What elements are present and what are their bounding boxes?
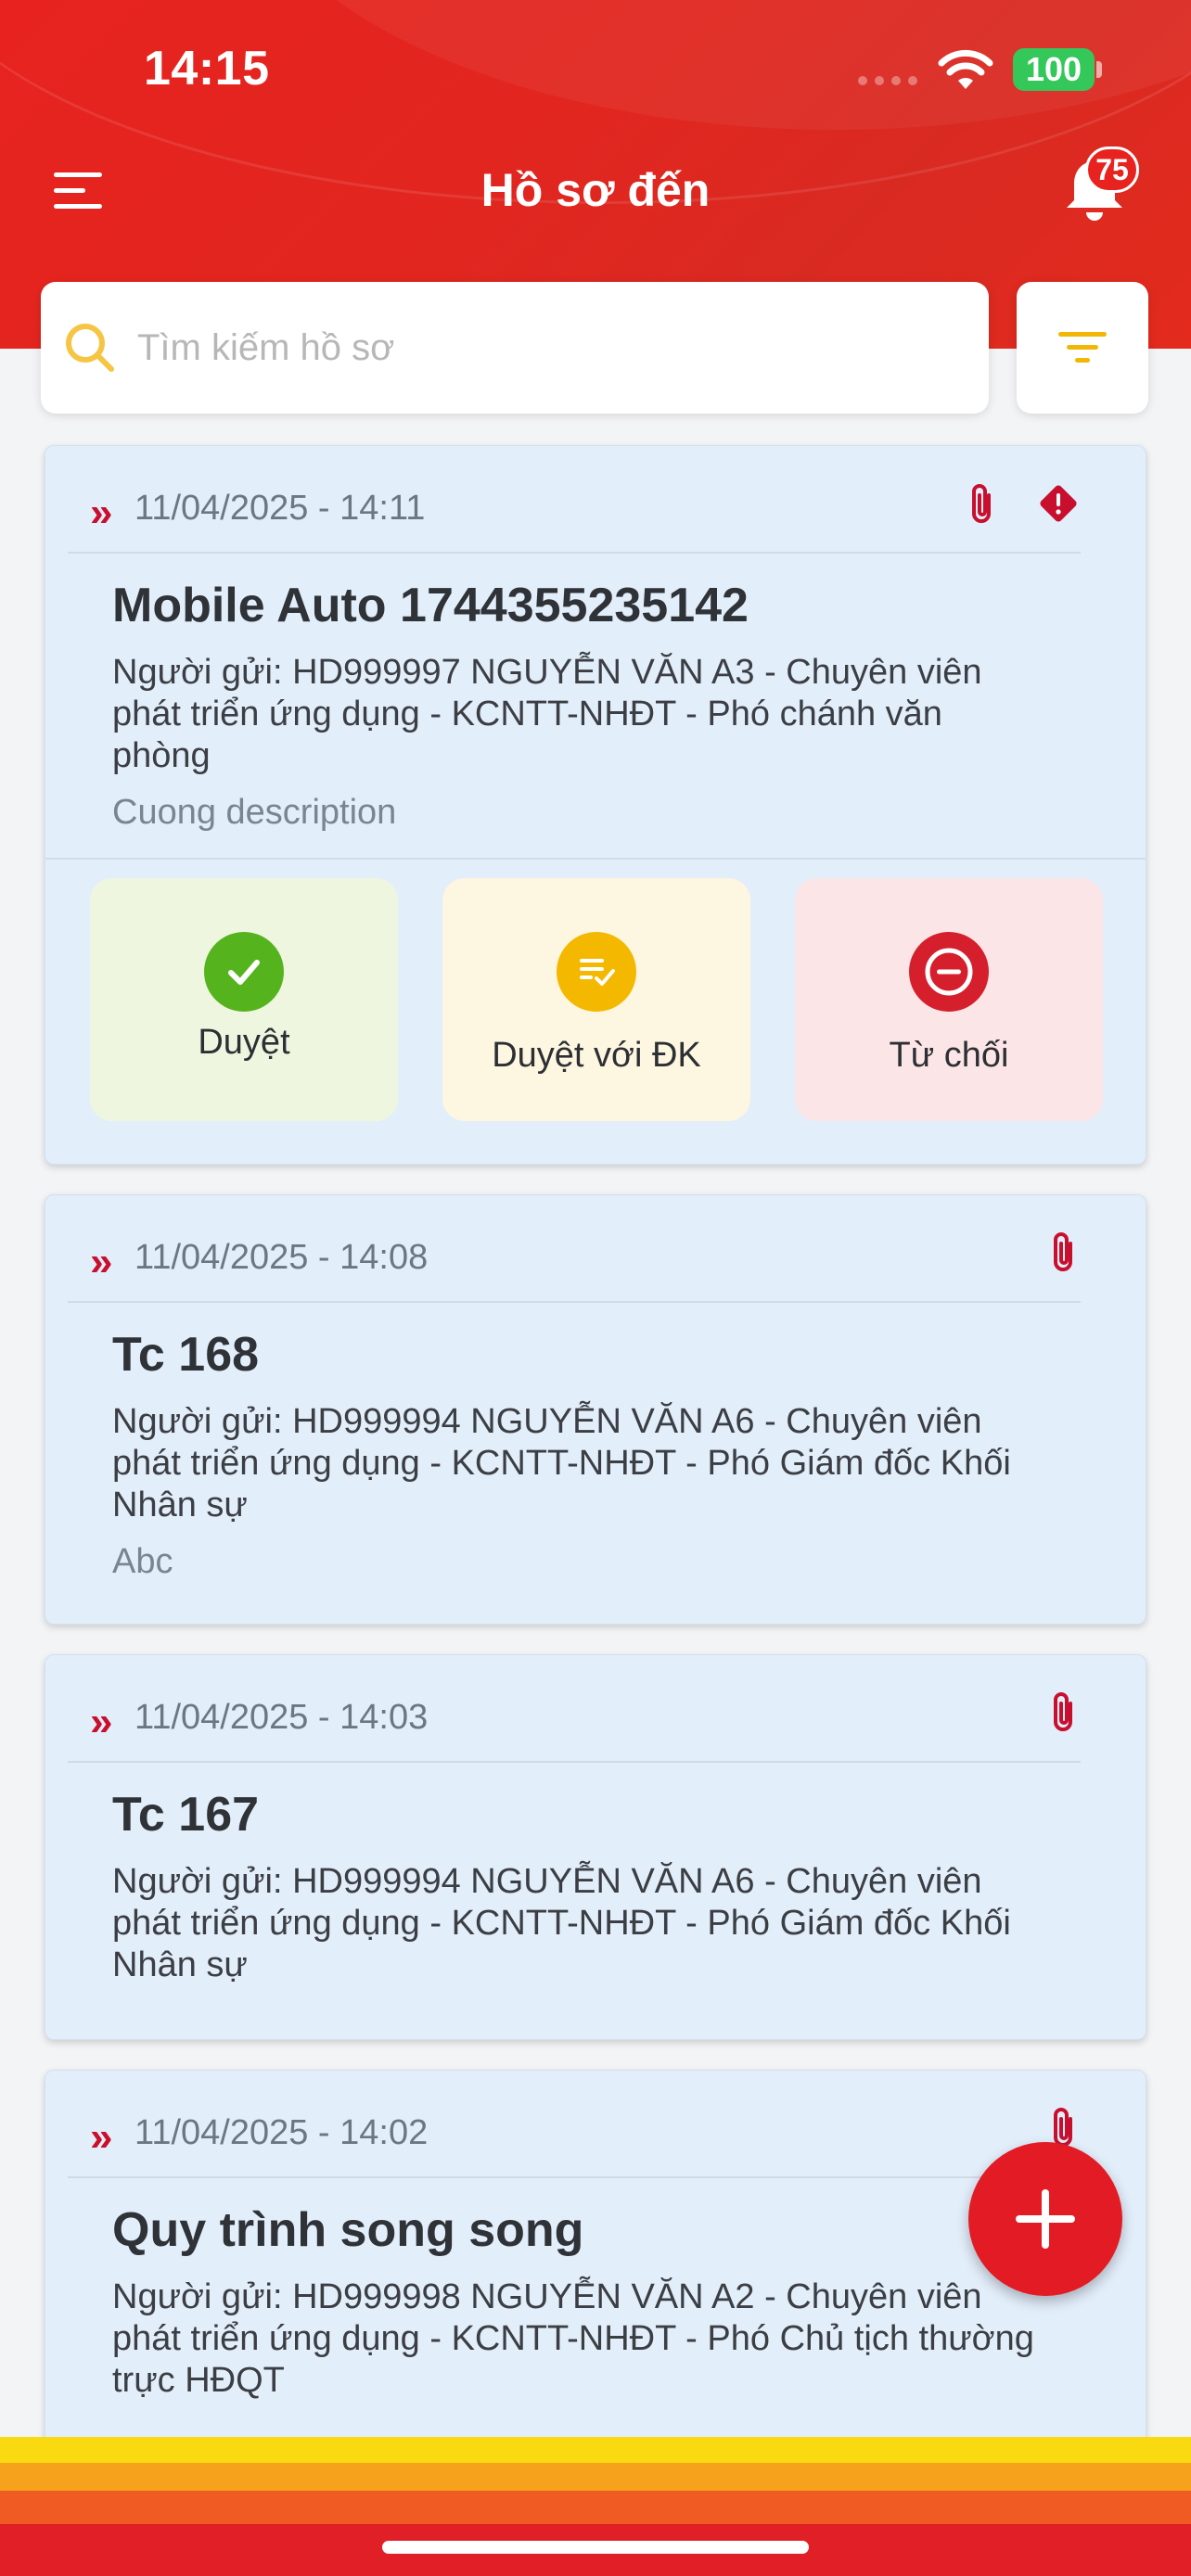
home-indicator[interactable] — [382, 2541, 809, 2554]
card-title: Tc 167 — [112, 1788, 260, 1842]
card-sender-line: Người gửi: HD999994 NGUYỄN VĂN A6 - Chuy… — [112, 1862, 982, 1901]
notification-badge: 75 — [1085, 147, 1139, 193]
card-sender-line: trực HĐQT — [112, 2361, 285, 2400]
add-document-button[interactable] — [968, 2142, 1122, 2296]
card-sender-line: Nhân sự — [112, 1945, 248, 1984]
card-sender-line: Người gửi: HD999998 NGUYỄN VĂN A2 - Chuy… — [112, 2277, 982, 2316]
paperclip-icon[interactable] — [1047, 1690, 1081, 1733]
approve-with-condition-button[interactable]: Duyệt với ĐK — [442, 878, 750, 1121]
status-time: 14:15 — [144, 42, 270, 96]
filter-button[interactable] — [1017, 282, 1148, 414]
paperclip-icon[interactable] — [966, 482, 999, 525]
cellular-signal-icon — [858, 76, 917, 85]
divider — [45, 858, 1146, 860]
approve-label: Duyệt — [198, 1023, 290, 1062]
document-card[interactable]: » 11/04/2025 - 14:03 Tc 167 Người gửi: H… — [45, 1654, 1146, 2040]
card-sender-line: phát triển ứng dụng - KCNTT-NHĐT - Phó c… — [112, 695, 942, 733]
card-sender-line: phát triển ứng dụng - KCNTT-NHĐT - Phó C… — [112, 2319, 1034, 2358]
card-datetime: 11/04/2025 - 14:08 — [134, 1238, 429, 1277]
document-card[interactable]: » 11/04/2025 - 14:02 Quy trình song song… — [45, 2070, 1146, 2478]
minus-circle-icon — [909, 932, 989, 1012]
reject-label: Từ chối — [889, 1036, 1009, 1075]
card-sender-line: Nhân sự — [112, 1486, 248, 1524]
reject-button[interactable]: Từ chối — [795, 878, 1103, 1121]
filter-icon — [1058, 332, 1107, 363]
check-icon — [204, 932, 284, 1012]
card-header: 11/04/2025 - 14:08 — [68, 1232, 1081, 1303]
approve-button[interactable]: Duyệt — [90, 878, 398, 1121]
card-title: Tc 168 — [112, 1328, 260, 1382]
card-datetime: 11/04/2025 - 14:02 — [134, 2113, 429, 2152]
card-sender-line: Người gửi: HD999997 NGUYỄN VĂN A3 - Chuy… — [112, 653, 982, 692]
conditional-approve-icon — [557, 932, 636, 1012]
card-header: 11/04/2025 - 14:02 — [68, 2108, 1081, 2178]
card-title: Quy trình song song — [112, 2203, 584, 2257]
priority-icon — [1040, 485, 1077, 522]
card-title: Mobile Auto 1744355235142 — [112, 579, 749, 632]
card-sender-line: phát triển ứng dụng - KCNTT-NHĐT - Phó G… — [112, 1904, 1011, 1943]
document-card[interactable]: » 11/04/2025 - 14:08 Tc 168 Người gửi: H… — [45, 1194, 1146, 1625]
paperclip-icon[interactable] — [1047, 1231, 1081, 1273]
wifi-icon — [938, 49, 993, 89]
battery-tip — [1096, 61, 1102, 78]
battery-indicator: 100 — [1013, 48, 1095, 91]
card-sender-line: Người gửi: HD999994 NGUYỄN VĂN A6 - Chuy… — [112, 1402, 982, 1441]
search-input[interactable] — [137, 326, 954, 369]
card-description: Cuong description — [112, 793, 397, 832]
card-description: Abc — [112, 1542, 173, 1581]
card-datetime: 11/04/2025 - 14:03 — [134, 1698, 429, 1737]
approve-with-condition-label: Duyệt với ĐK — [492, 1036, 701, 1075]
card-header: 11/04/2025 - 14:03 — [68, 1692, 1081, 1763]
card-datetime: 11/04/2025 - 14:11 — [134, 489, 426, 528]
page-title: Hồ sơ đến — [480, 164, 711, 216]
document-card[interactable]: » 11/04/2025 - 14:11 Mobile Auto 1744355… — [45, 445, 1146, 1165]
bottom-decor-bar — [0, 2437, 1191, 2576]
search-icon — [66, 324, 114, 372]
search-bar[interactable] — [41, 282, 989, 414]
plus-icon — [1016, 2189, 1075, 2249]
card-header: 11/04/2025 - 14:11 — [68, 484, 1081, 554]
card-sender-line: phát triển ứng dụng - KCNTT-NHĐT - Phó G… — [112, 1444, 1011, 1483]
card-sender-line: phòng — [112, 736, 211, 775]
